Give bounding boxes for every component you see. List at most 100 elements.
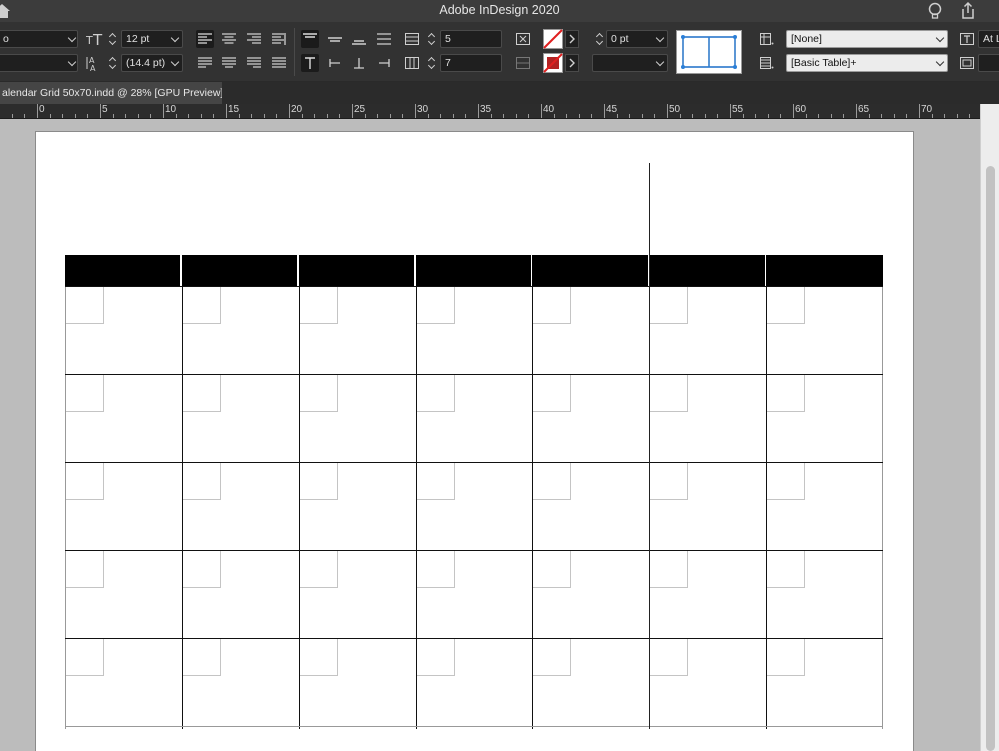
chevron-right-icon[interactable] — [565, 54, 579, 72]
ruler-tick — [11, 114, 13, 118]
table-style-field[interactable]: [Basic Table]+ — [786, 54, 948, 72]
rotate-180-icon[interactable] — [350, 54, 368, 72]
table-cell[interactable] — [650, 639, 767, 726]
table-cell[interactable] — [182, 463, 299, 550]
font-family-dropdown[interactable] — [66, 30, 80, 48]
scrollbar-thumb[interactable] — [986, 166, 995, 751]
table-cell[interactable] — [416, 375, 533, 462]
columns-count-field[interactable]: 7 — [440, 54, 502, 72]
table-cell[interactable] — [767, 551, 883, 638]
table-cell[interactable] — [767, 463, 883, 550]
table-cell[interactable] — [767, 639, 883, 726]
text-rotation-icon[interactable] — [301, 54, 319, 72]
table-cell[interactable] — [650, 287, 767, 374]
rows-stepper[interactable] — [427, 30, 437, 48]
table-cell[interactable] — [767, 287, 883, 374]
cell-style-dropdown[interactable] — [934, 30, 948, 48]
frame-fit-field[interactable] — [978, 54, 999, 72]
align-center-icon[interactable] — [220, 30, 238, 48]
table-cell[interactable] — [66, 287, 182, 374]
ruler-tick — [604, 104, 605, 118]
leading-stepper[interactable] — [108, 54, 118, 72]
stroke-none-icon[interactable] — [543, 29, 563, 49]
cell-style-field[interactable]: [None] — [786, 30, 948, 48]
rotate-270-icon[interactable] — [375, 54, 393, 72]
table-cell[interactable] — [533, 287, 650, 374]
table-cell[interactable] — [416, 463, 533, 550]
table-header-cell[interactable] — [532, 255, 648, 286]
vertical-scrollbar[interactable] — [980, 104, 999, 751]
ruler-label: 60 — [795, 104, 807, 115]
align-towards-spine-icon[interactable] — [270, 30, 288, 48]
leading-dropdown[interactable] — [169, 54, 183, 72]
table-cell[interactable] — [650, 375, 767, 462]
align-bottom-icon[interactable] — [350, 30, 368, 48]
justify-right-icon[interactable] — [245, 54, 263, 72]
calendar-table[interactable] — [65, 255, 883, 729]
table-cell[interactable] — [182, 375, 299, 462]
table-cell[interactable] — [299, 463, 416, 550]
cell-stroke-proxy[interactable] — [676, 30, 742, 74]
table-cell[interactable] — [416, 287, 533, 374]
columns-stepper[interactable] — [427, 54, 437, 72]
font-size-stepper[interactable] — [108, 30, 118, 48]
table-cell[interactable] — [533, 463, 650, 550]
table-cell[interactable] — [66, 375, 182, 462]
justify-all-icon[interactable] — [270, 54, 288, 72]
horizontal-ruler[interactable]: 0 5 10 15 20 25 30 35 40 45 50 55 60 65 70 — [0, 104, 980, 119]
text-option-field[interactable]: At L — [978, 30, 999, 48]
table-cell[interactable] — [66, 639, 182, 726]
stroke-type-dropdown[interactable] — [654, 54, 668, 72]
table-cell[interactable] — [299, 287, 416, 374]
table-cell[interactable] — [299, 375, 416, 462]
stroke-weight-dropdown[interactable] — [654, 30, 668, 48]
rows-count-field[interactable]: 5 — [440, 30, 502, 48]
table-header-cell[interactable] — [649, 255, 765, 286]
table-header-cell[interactable] — [65, 255, 181, 286]
merge-cells-icon[interactable] — [514, 30, 532, 48]
justify-left-icon[interactable] — [196, 54, 214, 72]
align-middle-icon[interactable] — [326, 30, 344, 48]
split-cell-icon[interactable] — [514, 54, 532, 72]
table-cell[interactable] — [650, 463, 767, 550]
table-cell[interactable] — [533, 551, 650, 638]
align-right-icon[interactable] — [245, 30, 263, 48]
table-header-cell[interactable] — [181, 255, 298, 286]
font-style-dropdown[interactable] — [66, 54, 80, 72]
rotate-90-icon[interactable] — [326, 54, 344, 72]
chevron-right-icon[interactable] — [565, 30, 579, 48]
lightbulb-icon[interactable] — [925, 1, 945, 21]
table-header-cell[interactable] — [766, 255, 883, 286]
table-cell[interactable] — [650, 551, 767, 638]
fill-swatch-icon[interactable] — [543, 53, 563, 73]
table-cell[interactable] — [66, 463, 182, 550]
align-top-icon[interactable] — [301, 30, 319, 48]
table-cell[interactable] — [299, 551, 416, 638]
table-cell[interactable] — [66, 551, 182, 638]
ruler-tick — [289, 104, 290, 118]
table-cell[interactable] — [416, 639, 533, 726]
align-left-icon[interactable] — [196, 30, 214, 48]
justify-center-icon[interactable] — [220, 54, 238, 72]
table-cell[interactable] — [767, 375, 883, 462]
table-cell[interactable] — [182, 551, 299, 638]
table-cell[interactable] — [299, 639, 416, 726]
column-guide[interactable] — [649, 163, 650, 729]
ruler-tick — [175, 114, 177, 118]
font-size-dropdown[interactable] — [169, 30, 183, 48]
table-cell[interactable] — [182, 639, 299, 726]
table-cell[interactable] — [416, 551, 533, 638]
document-tab[interactable]: alendar Grid 50x70.indd @ 28% [GPU Previ… — [0, 82, 222, 104]
ruler-tick — [692, 114, 694, 118]
document-tab-strip: alendar Grid 50x70.indd @ 28% [GPU Previ… — [0, 82, 999, 104]
table-cell[interactable] — [533, 639, 650, 726]
table-header-cell[interactable] — [415, 255, 531, 286]
justify-vertical-icon[interactable] — [375, 30, 393, 48]
stroke-weight-stepper[interactable] — [595, 30, 605, 48]
table-header-cell[interactable] — [298, 255, 415, 286]
table-style-dropdown[interactable] — [934, 54, 948, 72]
ruler-tick — [87, 114, 89, 118]
table-cell[interactable] — [182, 287, 299, 374]
table-cell[interactable] — [533, 375, 650, 462]
share-icon[interactable] — [958, 1, 978, 21]
